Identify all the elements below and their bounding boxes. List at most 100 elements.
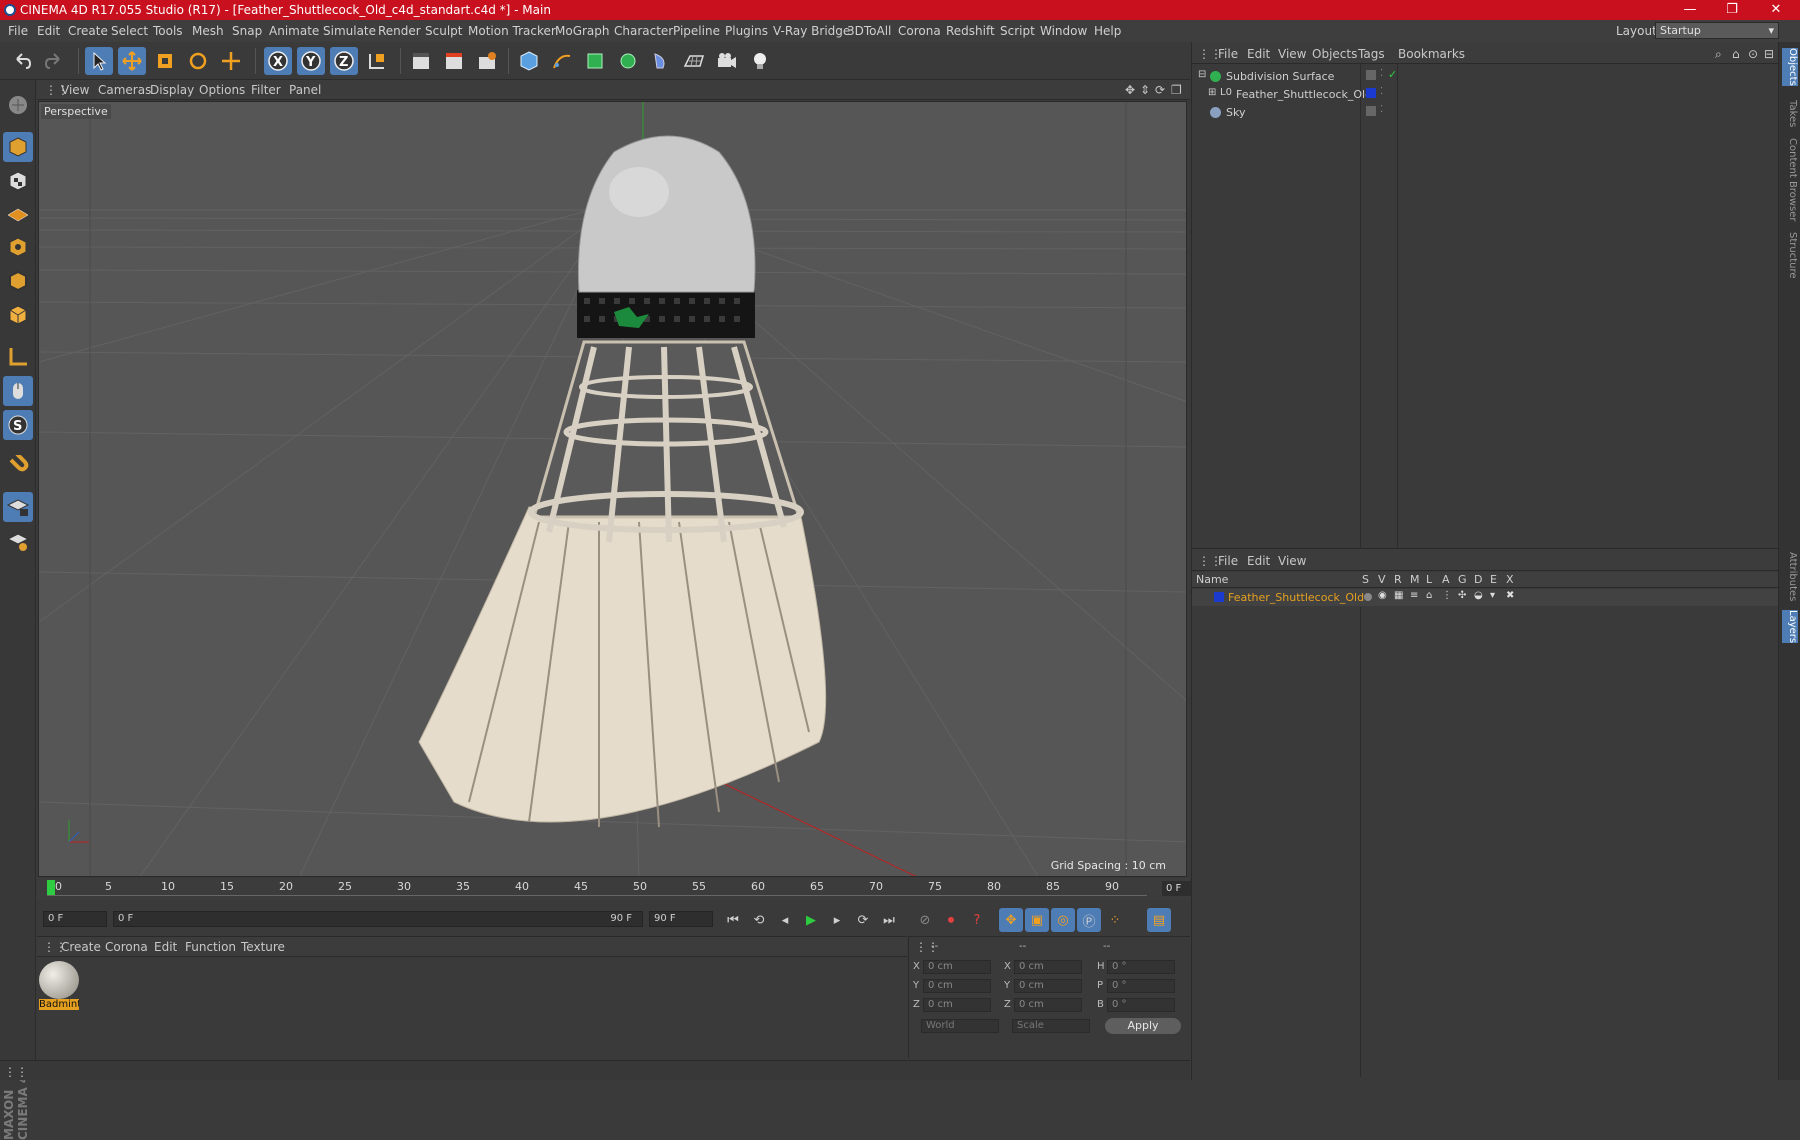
render-icon[interactable]: ▦ [1394, 590, 1403, 601]
material-menu-create[interactable]: Create [61, 940, 101, 954]
array-button[interactable] [614, 47, 642, 75]
viewport-menu-view[interactable]: View [61, 83, 89, 97]
playhead-marker[interactable] [47, 880, 55, 895]
column-deformers[interactable]: D [1474, 573, 1482, 586]
render-to-picture-viewer-button[interactable] [440, 47, 468, 75]
rot-b-field[interactable]: 0 ° [1107, 998, 1175, 1012]
visibility-dots-icon[interactable]: ⁚ [1380, 86, 1383, 97]
menu-create[interactable]: Create [68, 24, 108, 38]
search-icon[interactable]: ⌕ [1715, 47, 1722, 62]
key-parameter-button[interactable]: Ⓟ [1077, 908, 1101, 932]
layout-select[interactable]: Startup ▾ [1655, 22, 1779, 39]
menu-redshift[interactable]: Redshift [946, 24, 995, 38]
rot-h-field[interactable]: 0 ° [1107, 960, 1175, 974]
render-view-button[interactable] [407, 47, 435, 75]
menu-animate[interactable]: Animate [269, 24, 319, 38]
lm-menu-edit[interactable]: Edit [1247, 554, 1270, 568]
home-icon[interactable]: ⌂ [1732, 47, 1740, 61]
column-manager[interactable]: M [1410, 573, 1420, 586]
apply-button[interactable]: Apply [1105, 1018, 1181, 1034]
tweak-mode-button[interactable] [3, 376, 33, 406]
column-generators[interactable]: G [1458, 573, 1467, 586]
menu-script[interactable]: Script [1000, 24, 1035, 38]
solo-icon[interactable] [1364, 593, 1372, 601]
magnet-button[interactable] [3, 452, 33, 482]
om-menu-file[interactable]: File [1218, 47, 1238, 61]
menu-3dtoall[interactable]: 3DToAll [847, 24, 891, 38]
key-scale-button[interactable]: ▣ [1025, 908, 1049, 932]
x-axis-button[interactable]: X [264, 47, 292, 75]
om-menu-tags[interactable]: Tags [1358, 47, 1385, 61]
next-key-button[interactable]: ⟳ [851, 908, 875, 932]
material-menu-edit[interactable]: Edit [154, 940, 177, 954]
layer-row[interactable]: Feather_Shuttlecock_Old ◉ ▦ ≡ ⌂ ⋮ ✣ ◒ ▾ … [1192, 589, 1779, 606]
viewport-menu-cameras[interactable]: Cameras [98, 83, 151, 97]
planar-workplane-button[interactable] [3, 526, 33, 556]
light-button[interactable] [746, 47, 774, 75]
panel-menu-icon[interactable]: ⊟ [1764, 47, 1774, 61]
polygons-mode-button[interactable] [3, 300, 33, 330]
record-keys-button[interactable]: ⊘ [913, 908, 937, 932]
minimize-button[interactable]: — [1670, 1, 1710, 19]
size-z-field[interactable]: 0 cm [1014, 998, 1082, 1012]
make-editable-button[interactable] [3, 90, 33, 120]
size-mode-select[interactable]: Scale [1012, 1019, 1090, 1033]
menu-snap[interactable]: Snap [232, 24, 262, 38]
object-row-sky[interactable]: Sky ⁚ [1194, 104, 1777, 122]
column-xrefs[interactable]: X [1506, 573, 1514, 586]
material-swatch[interactable]: Badmint [39, 961, 79, 1013]
menu-vray-bridge[interactable]: V-Ray Bridge [773, 24, 850, 38]
column-visible[interactable]: V [1378, 573, 1386, 586]
go-to-start-button[interactable]: ⏮ [721, 908, 745, 932]
frame-range-slider[interactable]: 0 F 90 F [113, 911, 643, 927]
tab-objects[interactable]: Objects [1782, 48, 1798, 86]
maximize-button[interactable]: ❐ [1712, 1, 1752, 19]
scale-tool-button[interactable] [151, 47, 179, 75]
undo-button[interactable] [8, 47, 36, 75]
size-y-field[interactable]: 0 cm [1014, 979, 1082, 993]
coordinate-mode-select[interactable]: World [921, 1019, 999, 1033]
expand-icon[interactable]: ⊞ [1208, 87, 1216, 98]
eye-icon[interactable]: ◉ [1378, 590, 1387, 601]
om-menu-bookmarks[interactable]: Bookmarks [1398, 47, 1465, 61]
next-frame-button[interactable]: ▸ [825, 908, 849, 932]
rot-p-field[interactable]: 0 ° [1107, 979, 1175, 993]
pos-y-field[interactable]: 0 cm [923, 979, 991, 993]
viewport-navigate-icon[interactable]: ✥ [1125, 83, 1135, 97]
menu-corona[interactable]: Corona [898, 24, 941, 38]
material-menu-function[interactable]: Function [185, 940, 236, 954]
object-row-feather-shuttlecock[interactable]: ⊞ L0 Feather_Shuttlecock_Old ⁚ [1194, 86, 1777, 104]
manager-icon[interactable]: ≡ [1410, 590, 1418, 601]
column-solo[interactable]: S [1362, 573, 1369, 586]
viewport-rotate-icon[interactable]: ⟳ [1155, 83, 1165, 97]
layer-color-icon[interactable] [1366, 88, 1376, 98]
layer-color-icon[interactable] [1214, 592, 1224, 602]
menu-edit[interactable]: Edit [37, 24, 60, 38]
layer-icon[interactable] [1366, 106, 1376, 116]
viewport-menu-options[interactable]: Options [199, 83, 245, 97]
layer-icon[interactable] [1366, 70, 1376, 80]
snap-button[interactable]: S [3, 410, 33, 440]
menu-tools[interactable]: Tools [153, 24, 183, 38]
play-button[interactable]: ▶ [799, 908, 823, 932]
redo-button[interactable] [40, 47, 68, 75]
cube-object-button[interactable] [515, 47, 543, 75]
column-name[interactable]: Name [1196, 573, 1228, 586]
previous-frame-button[interactable]: ◂ [773, 908, 797, 932]
axis-mode-button[interactable] [3, 342, 33, 372]
keyframe-help-button[interactable]: ? [965, 908, 989, 932]
layer-name[interactable]: Feather_Shuttlecock_Old [1228, 591, 1364, 604]
tab-content-browser[interactable]: Content Browser [1782, 138, 1798, 221]
menu-mograph[interactable]: MoGraph [555, 24, 610, 38]
viewport-menu-panel[interactable]: Panel [289, 83, 321, 97]
menu-window[interactable]: Window [1040, 24, 1087, 38]
spline-pen-button[interactable] [548, 47, 576, 75]
size-x-field[interactable]: 0 cm [1014, 960, 1082, 974]
floor-button[interactable] [680, 47, 708, 75]
previous-key-button[interactable]: ⟲ [747, 908, 771, 932]
live-selection-button[interactable] [85, 47, 113, 75]
column-expressions[interactable]: E [1490, 573, 1497, 586]
menu-mesh[interactable]: Mesh [192, 24, 224, 38]
move-tool-button[interactable] [118, 47, 146, 75]
tab-structure[interactable]: Structure [1782, 232, 1798, 279]
